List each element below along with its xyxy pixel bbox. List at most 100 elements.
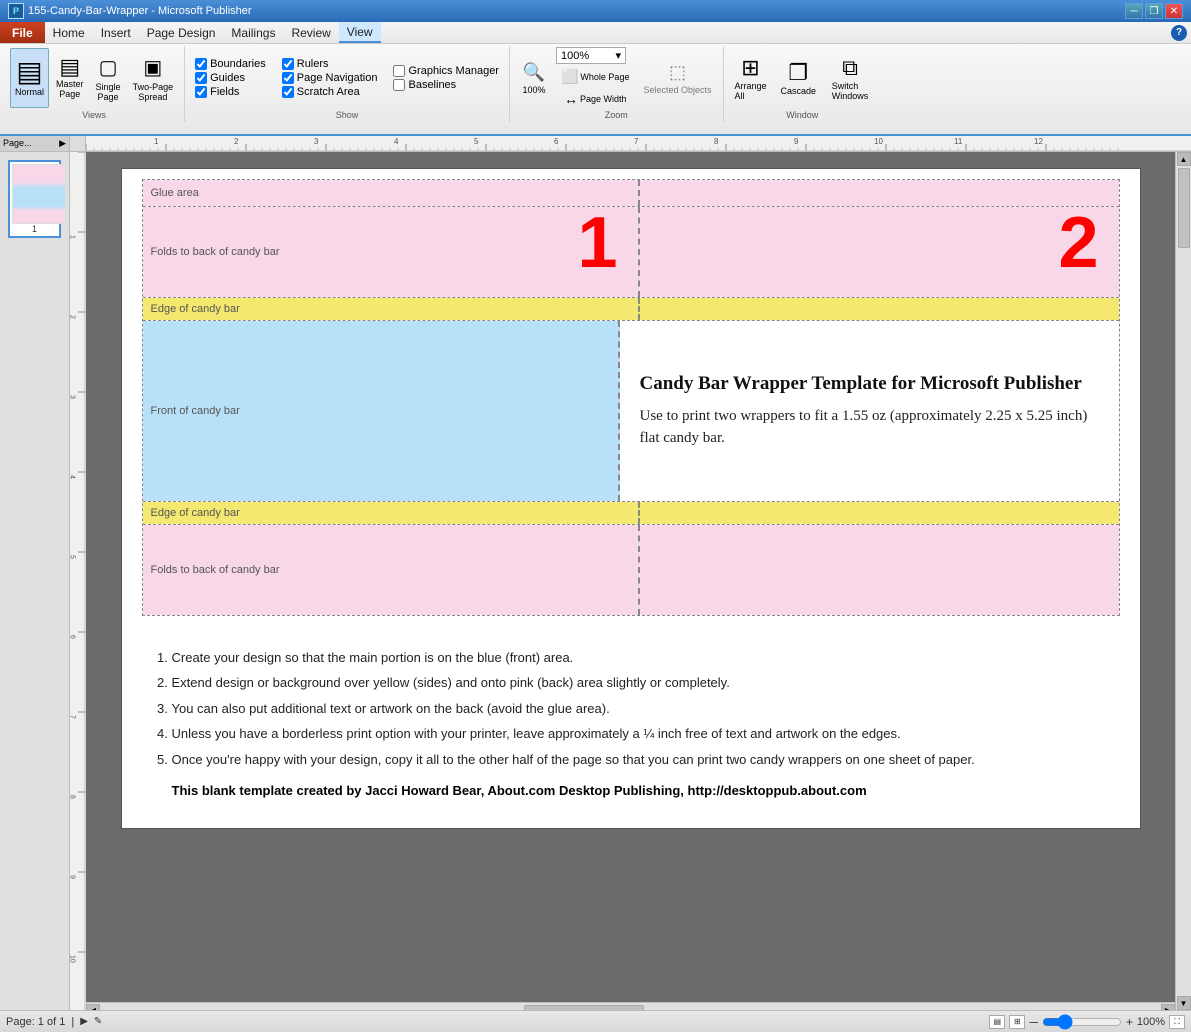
boundaries-check[interactable]: Boundaries bbox=[195, 58, 266, 70]
window-buttons: ⊞ ArrangeAll ❐ Cascade ⧉ SwitchWindows bbox=[730, 48, 876, 108]
rulers-check[interactable]: Rulers bbox=[282, 58, 378, 70]
scratch-area-check[interactable]: Scratch Area bbox=[282, 86, 378, 98]
instruction-2: Extend design or background over yellow … bbox=[172, 671, 1110, 694]
svg-text:2: 2 bbox=[70, 315, 76, 319]
guides-label: Guides bbox=[210, 72, 245, 84]
canvas-with-vruler: var svg2 = document.currentScript.closes… bbox=[70, 152, 1191, 1010]
single-page-button[interactable]: ▢ SinglePage bbox=[91, 48, 126, 108]
edge-bottom-left: Edge of candy bar bbox=[143, 502, 640, 524]
fields-checkbox[interactable] bbox=[195, 86, 207, 98]
svg-text:3: 3 bbox=[314, 137, 319, 146]
folds-back-right: 2 bbox=[640, 207, 1119, 297]
page-panel-arrow[interactable]: ▶ bbox=[59, 138, 66, 149]
zoom-out-icon[interactable]: ─ bbox=[1029, 1015, 1038, 1029]
switch-windows-button[interactable]: ⧉ SwitchWindows bbox=[825, 48, 875, 108]
fullscreen-button[interactable]: ⛶ bbox=[1169, 1015, 1185, 1029]
h-scrollbar-thumb[interactable] bbox=[524, 1005, 644, 1011]
arrange-all-label: ArrangeAll bbox=[735, 81, 767, 101]
baselines-label: Baselines bbox=[408, 79, 456, 91]
svg-text:6: 6 bbox=[70, 635, 76, 639]
page-1-preview bbox=[12, 164, 66, 224]
page-navigation-checkbox[interactable] bbox=[282, 72, 294, 84]
front-label: Front of candy bar bbox=[151, 405, 240, 417]
boundaries-label: Boundaries bbox=[210, 58, 266, 70]
number-2: 2 bbox=[1058, 207, 1098, 279]
v-scrollbar[interactable]: ▲ ▼ bbox=[1175, 152, 1191, 1010]
baselines-checkbox[interactable] bbox=[393, 79, 405, 91]
zoom-dropdown[interactable]: 100% ▾ bbox=[556, 47, 626, 64]
scratch-area-checkbox[interactable] bbox=[282, 86, 294, 98]
page-panel-label: Page... bbox=[3, 138, 32, 149]
window-group-title: Window bbox=[786, 108, 818, 120]
menu-page-design[interactable]: Page Design bbox=[139, 22, 224, 43]
page-1-thumbnail[interactable]: 1 bbox=[8, 160, 61, 238]
glue-area-right bbox=[640, 180, 1119, 206]
svg-text:11: 11 bbox=[954, 137, 963, 146]
template-desc: Use to print two wrappers to fit a 1.55 … bbox=[640, 405, 1099, 450]
whole-page-button[interactable]: ⬜ Whole Page bbox=[556, 66, 634, 87]
instructions-section: Create your design so that the main port… bbox=[142, 636, 1120, 808]
baselines-check[interactable]: Baselines bbox=[393, 79, 499, 91]
title-bar-left: P 155-Candy-Bar-Wrapper - Microsoft Publ… bbox=[8, 3, 252, 19]
guides-checkbox[interactable] bbox=[195, 72, 207, 84]
menu-home[interactable]: Home bbox=[45, 22, 93, 43]
scroll-left-button[interactable]: ◀ bbox=[86, 1004, 100, 1011]
graphics-manager-checkbox[interactable] bbox=[393, 65, 405, 77]
minimize-button[interactable]: ─ bbox=[1125, 3, 1143, 19]
help-icon[interactable]: ? bbox=[1171, 25, 1187, 41]
guides-check[interactable]: Guides bbox=[195, 72, 266, 84]
restore-button[interactable]: ❐ bbox=[1145, 3, 1163, 19]
master-page-button[interactable]: ▤ MasterPage bbox=[51, 48, 89, 108]
menu-file[interactable]: File bbox=[0, 22, 45, 43]
graphics-manager-check[interactable]: Graphics Manager bbox=[393, 65, 499, 77]
two-page-spread-button[interactable]: ▣ Two-PageSpread bbox=[128, 48, 179, 108]
scroll-right-button[interactable]: ▶ bbox=[1161, 1004, 1175, 1011]
h-scrollbar[interactable]: ◀ ▶ bbox=[86, 1002, 1175, 1010]
scroll-up-button[interactable]: ▲ bbox=[1177, 152, 1191, 166]
arrange-all-icon: ⊞ bbox=[741, 55, 759, 81]
v-scrollbar-thumb[interactable] bbox=[1178, 168, 1190, 248]
zoom-100-button[interactable]: 🔍 100% bbox=[516, 48, 552, 108]
fields-check[interactable]: Fields bbox=[195, 86, 266, 98]
page-info: Page: 1 of 1 bbox=[6, 1016, 65, 1028]
normal-view-button[interactable]: ▤ Normal bbox=[10, 48, 49, 108]
zoom-in-icon[interactable]: + bbox=[1126, 1015, 1133, 1029]
rulers-label: Rulers bbox=[297, 58, 329, 70]
main-canvas[interactable]: Glue area Folds to back of candy bar 1 bbox=[86, 152, 1175, 1010]
instruction-4: Unless you have a borderless print optio… bbox=[172, 722, 1110, 745]
glue-area-label: Glue area bbox=[151, 187, 199, 199]
status-left: Page: 1 of 1 | ▶ ✎ bbox=[6, 1016, 102, 1028]
selected-objects-icon: ⬚ bbox=[669, 62, 686, 83]
zoom-slider[interactable] bbox=[1042, 1017, 1122, 1027]
close-button[interactable]: ✕ bbox=[1165, 3, 1183, 19]
normal-icon: ▤ bbox=[16, 58, 42, 86]
page-width-button[interactable]: ↔ Page Width bbox=[556, 89, 634, 109]
page-nav-icon[interactable]: ▶ bbox=[80, 1016, 88, 1027]
page-navigation-check[interactable]: Page Navigation bbox=[282, 72, 378, 84]
svg-text:1: 1 bbox=[154, 137, 159, 146]
status-view-normal[interactable]: ▤ bbox=[989, 1015, 1005, 1029]
menu-view[interactable]: View bbox=[339, 22, 381, 43]
svg-text:10: 10 bbox=[70, 955, 76, 963]
cascade-button[interactable]: ❐ Cascade bbox=[776, 48, 822, 108]
boundaries-checkbox[interactable] bbox=[195, 58, 207, 70]
views-buttons: ▤ Normal ▤ MasterPage ▢ SinglePage ▣ Two… bbox=[10, 48, 178, 108]
rulers-checkbox[interactable] bbox=[282, 58, 294, 70]
page-thumbnails: 1 bbox=[0, 152, 69, 246]
folds-back-bottom-label: Folds to back of candy bar bbox=[151, 564, 280, 576]
selected-objects-button[interactable]: ⬚ Selected Objects bbox=[638, 48, 716, 108]
menu-review[interactable]: Review bbox=[283, 22, 338, 43]
show-checks-col1: Boundaries Guides Fields bbox=[191, 54, 270, 102]
status-right: ▤ ⊞ ─ + 100% ⛶ bbox=[989, 1015, 1185, 1029]
svg-text:8: 8 bbox=[714, 137, 719, 146]
status-view-grid[interactable]: ⊞ bbox=[1009, 1015, 1025, 1029]
menu-insert[interactable]: Insert bbox=[93, 22, 139, 43]
menu-mailings[interactable]: Mailings bbox=[223, 22, 283, 43]
svg-text:7: 7 bbox=[70, 715, 76, 719]
v-ruler: var svg2 = document.currentScript.closes… bbox=[70, 152, 86, 1010]
page-navigation-label: Page Navigation bbox=[297, 72, 378, 84]
page-width-icon: ↔ bbox=[564, 91, 578, 107]
scroll-down-button[interactable]: ▼ bbox=[1177, 996, 1191, 1010]
document-area: Glue area Folds to back of candy bar 1 bbox=[86, 152, 1175, 1002]
arrange-all-button[interactable]: ⊞ ArrangeAll bbox=[730, 48, 772, 108]
